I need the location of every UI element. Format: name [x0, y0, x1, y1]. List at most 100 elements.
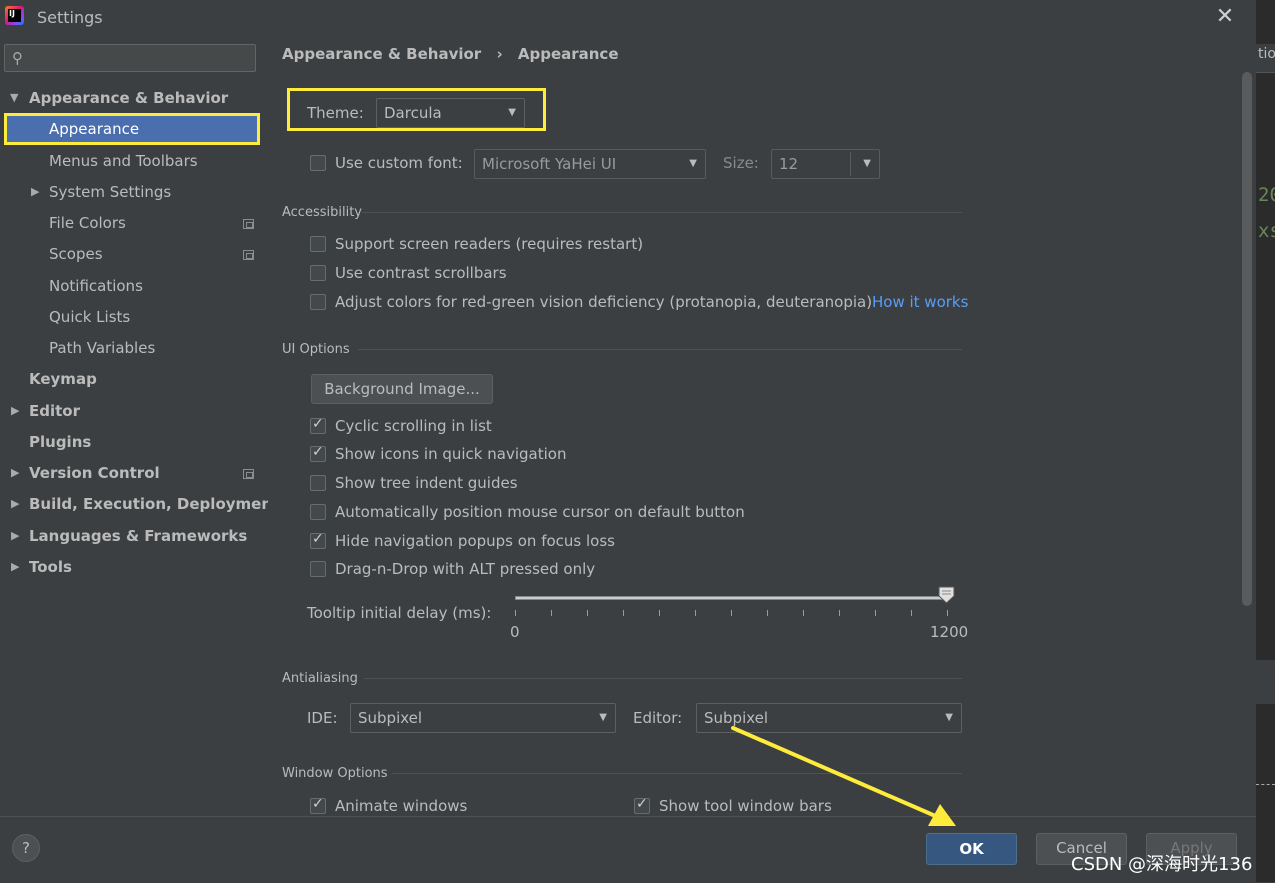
color-deficiency-label[interactable]: Adjust colors for red-green vision defic… — [335, 293, 872, 311]
cyclic-scrolling-checkbox[interactable] — [310, 416, 326, 434]
dropdown-arrow-icon: ▼ — [508, 107, 516, 118]
sidebar-item-label: Version Control — [29, 464, 160, 482]
screen-readers-label[interactable]: Support screen readers (requires restart… — [335, 235, 643, 253]
editor-antialiasing-dropdown[interactable]: Subpixel ▼ — [696, 703, 962, 733]
show-icons-label[interactable]: Show icons in quick navigation — [335, 445, 566, 463]
slider-thumb[interactable] — [938, 586, 955, 604]
animate-windows-checkbox[interactable] — [310, 796, 326, 814]
section-window-options: Window Options — [282, 766, 388, 781]
slider-min-label: 0 — [510, 623, 520, 641]
dropdown-arrow-icon: ▼ — [945, 712, 953, 723]
expanded-arrow-icon: ▼ — [10, 91, 19, 104]
animate-windows-label[interactable]: Animate windows — [335, 797, 467, 815]
show-icons-checkbox[interactable] — [310, 444, 326, 462]
vertical-scrollbar[interactable] — [1242, 72, 1252, 606]
breadcrumb-parent[interactable]: Appearance & Behavior — [282, 45, 481, 63]
background-image-button[interactable]: Background Image... — [311, 374, 493, 404]
collapsed-arrow-icon: ▶ — [11, 404, 20, 417]
sidebar-item-label: Scopes — [49, 245, 103, 263]
custom-font-checkbox[interactable] — [310, 155, 326, 171]
sidebar-item-file-colors[interactable]: File Colors — [49, 208, 126, 238]
tree-indent-label[interactable]: Show tree indent guides — [335, 474, 518, 492]
help-button[interactable]: ? — [12, 834, 40, 862]
watermark-text: CSDN @深海时光136 — [1071, 854, 1253, 875]
sidebar-item-label: Quick Lists — [49, 308, 131, 326]
sidebar-item-label: Build, Execution, Deployment — [29, 495, 280, 513]
ok-button[interactable]: OK — [926, 833, 1017, 865]
tooltip-delay-label: Tooltip initial delay (ms): — [307, 604, 492, 622]
custom-font-label[interactable]: Use custom font: — [335, 154, 463, 172]
slider-tick — [515, 610, 516, 616]
sidebar-item-quick-lists[interactable]: Quick Lists — [49, 302, 130, 332]
section-divider — [362, 212, 962, 213]
cyclic-scrolling-label[interactable]: Cyclic scrolling in list — [335, 417, 492, 435]
window-title: Settings — [37, 8, 103, 27]
search-input[interactable] — [33, 48, 252, 70]
slider-tick — [803, 610, 804, 616]
section-divider — [364, 678, 962, 679]
editor-fragment: 20 — [1258, 184, 1275, 206]
drag-drop-alt-checkbox[interactable] — [310, 561, 326, 577]
sidebar-item-menus-toolbars[interactable]: Menus and Toolbars — [49, 146, 198, 176]
collapsed-arrow-icon: ▶ — [11, 466, 20, 479]
hide-popups-label[interactable]: Hide navigation popups on focus loss — [335, 532, 615, 550]
sidebar-item-label: Tools — [29, 558, 72, 576]
sidebar-item-path-variables[interactable]: Path Variables — [49, 333, 155, 363]
sidebar-item-label: System Settings — [49, 183, 172, 201]
auto-position-cursor-checkbox[interactable] — [310, 504, 326, 520]
sidebar-item-label: Appearance — [49, 120, 140, 138]
font-size-value: 12 — [779, 155, 799, 173]
slider-tick — [587, 610, 588, 616]
custom-font-dropdown[interactable]: Microsoft YaHei UI ▼ — [474, 149, 706, 179]
dropdown-arrow-icon: ▼ — [689, 158, 697, 169]
collapsed-arrow-icon: ▶ — [31, 185, 40, 198]
contrast-scrollbars-checkbox[interactable] — [310, 265, 326, 281]
theme-dropdown[interactable]: Darcula ▼ — [376, 98, 525, 128]
tree-indent-checkbox[interactable] — [310, 475, 326, 491]
tool-window-bars-label[interactable]: Show tool window bars — [659, 797, 832, 815]
sidebar-item-appearance[interactable]: Appearance — [49, 114, 139, 144]
slider-tick — [551, 610, 552, 616]
section-ui-options: UI Options — [282, 342, 350, 357]
sidebar-item-notifications[interactable]: Notifications — [49, 271, 143, 301]
ide-antialiasing-value: Subpixel — [358, 709, 423, 727]
contrast-scrollbars-label[interactable]: Use contrast scrollbars — [335, 264, 507, 282]
background-editor: tio 20 xs — [1256, 0, 1275, 882]
slider-tick — [623, 610, 624, 616]
close-icon[interactable]: ✕ — [1212, 4, 1238, 30]
sidebar-item-label: Appearance & Behavior — [29, 89, 229, 107]
breadcrumb: Appearance & Behavior › Appearance — [282, 45, 629, 63]
tool-window-bars-checkbox[interactable] — [634, 796, 650, 814]
auto-position-cursor-label[interactable]: Automatically position mouse cursor on d… — [335, 503, 745, 521]
project-level-icon — [243, 250, 254, 260]
project-level-icon — [243, 219, 254, 229]
sidebar-item-label: Path Variables — [49, 339, 156, 357]
breadcrumb-current: Appearance — [517, 45, 619, 63]
section-antialiasing: Antialiasing — [282, 671, 358, 686]
tooltip-delay-slider[interactable] — [515, 596, 948, 600]
screen-readers-checkbox[interactable] — [310, 236, 326, 252]
sidebar-item-label: Notifications — [49, 277, 143, 295]
search-field[interactable]: ⚲ — [4, 44, 256, 72]
sidebar-item-keymap[interactable]: Keymap — [29, 364, 97, 394]
sidebar-item-label: Editor — [29, 402, 80, 420]
sidebar-item-scopes[interactable]: Scopes — [49, 239, 103, 269]
slider-tick — [875, 610, 876, 616]
slider-tick — [731, 610, 732, 616]
sidebar-item-label: Languages & Frameworks — [29, 527, 248, 545]
how-it-works-link[interactable]: How it works — [872, 293, 968, 311]
theme-value: Darcula — [384, 104, 442, 122]
ide-label: IDE: — [307, 709, 338, 727]
drag-drop-alt-label[interactable]: Drag-n-Drop with ALT pressed only — [335, 560, 595, 578]
collapsed-arrow-icon: ▶ — [11, 497, 20, 510]
ide-antialiasing-dropdown[interactable]: Subpixel ▼ — [350, 703, 616, 733]
sidebar-item-plugins[interactable]: Plugins — [29, 427, 91, 457]
project-level-icon — [243, 469, 254, 479]
color-deficiency-checkbox[interactable] — [310, 294, 326, 310]
collapsed-arrow-icon: ▶ — [11, 560, 20, 573]
breadcrumb-separator: › — [496, 45, 503, 63]
hide-popups-checkbox[interactable] — [310, 531, 326, 549]
sidebar-item-label: File Colors — [49, 214, 126, 232]
slider-tick — [659, 610, 660, 616]
font-size-field[interactable]: 12 ▼ — [771, 149, 880, 179]
